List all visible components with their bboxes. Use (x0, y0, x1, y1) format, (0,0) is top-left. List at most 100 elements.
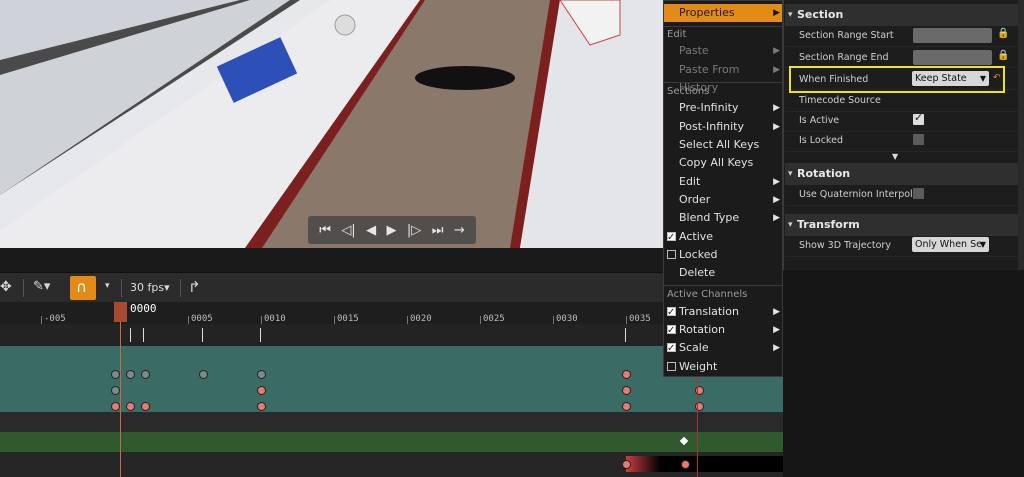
menu-label: Post-Infinity (679, 120, 744, 133)
fps-dropdown[interactable]: 30 fps▾ (130, 281, 170, 294)
keyframe[interactable] (141, 370, 150, 379)
track-row[interactable] (0, 412, 818, 432)
expand-advanced-icon[interactable]: ▼ (892, 152, 898, 161)
step-back-icon[interactable]: ◁| (341, 224, 355, 237)
key-marker (202, 328, 203, 342)
active-checkbox[interactable] (667, 229, 676, 247)
pencil-icon[interactable]: ✎▾ (33, 279, 50, 294)
keyframe[interactable] (199, 370, 208, 379)
menu-label: Translation (679, 305, 739, 318)
ruler-label: 0020 (410, 314, 432, 324)
menu-item-pre-infinity[interactable]: Pre-Infinity ▶ (664, 99, 782, 117)
transform-icon[interactable]: ✥ (0, 279, 12, 295)
snap-button[interactable]: ∩ (70, 276, 96, 300)
category-transform[interactable]: Transform (785, 214, 1024, 236)
lock-icon[interactable]: 🔒 (997, 28, 1009, 39)
keyframe[interactable] (622, 460, 631, 469)
keyframe-diamond[interactable] (679, 436, 689, 446)
keyframe[interactable] (111, 386, 120, 395)
track-row[interactable] (0, 432, 818, 452)
keyframe[interactable] (257, 370, 266, 379)
menu-label: Active (679, 230, 714, 243)
context-menu: Properties ▶ Edit Paste ▶ Paste From Histo… (663, 0, 783, 377)
ruler-tick (41, 316, 42, 324)
sequencer-toolbar: ✥ ✎▾ ∩ ▾ 30 fps▾ ↱ (0, 272, 663, 303)
toolbar-divider (23, 279, 24, 297)
ruler-label: -005 (44, 314, 66, 324)
toolbar-divider (180, 279, 181, 297)
keyframe[interactable] (257, 386, 266, 395)
track-row[interactable] (0, 452, 818, 477)
menu-item-active[interactable]: Active (664, 228, 782, 247)
menu-separator (664, 285, 782, 286)
menu-item-locked[interactable]: Locked (664, 246, 782, 264)
menu-item-copy-all-keys[interactable]: Copy All Keys (664, 154, 782, 172)
is-active-checkbox[interactable] (913, 111, 924, 125)
reset-to-default-icon[interactable]: ↶ (993, 73, 1001, 83)
prop-is-locked: Is Locked (785, 131, 1024, 152)
keyframe[interactable] (111, 402, 120, 411)
menu-item-post-infinity[interactable]: Post-Infinity ▶ (664, 118, 782, 136)
menu-label: Rotation (679, 323, 726, 336)
keyframe[interactable] (257, 402, 266, 411)
keyframe[interactable] (681, 460, 690, 469)
prop-use-quaternion: Use Quaternion Interpolati (785, 185, 1024, 206)
menu-item-order[interactable]: Order ▶ (664, 191, 782, 209)
key-marker (143, 328, 144, 342)
chevron-down-icon: ▼ (979, 240, 986, 249)
category-rotation[interactable]: Rotation (785, 163, 1024, 185)
dropdown-value: Only When Se (915, 239, 982, 250)
curve-editor-icon[interactable]: ↱ (188, 278, 201, 296)
keyframe[interactable] (622, 370, 631, 379)
category-label: Section (797, 8, 844, 21)
prop-label: Is Active (799, 115, 840, 126)
translation-checkbox[interactable] (667, 304, 676, 322)
viewport[interactable]: ⏮ ◁| ◀ ▶ |▷ ⏭ → (0, 0, 663, 270)
menu-label: Scale (679, 341, 709, 354)
skip-to-end-icon[interactable]: ⏭ (432, 224, 444, 237)
show-trajectory-dropdown[interactable]: Only When Se ▼ (912, 237, 989, 252)
lock-icon[interactable]: 🔒 (997, 50, 1009, 61)
playhead-handle[interactable] (114, 302, 127, 322)
details-scrollbar[interactable] (1018, 0, 1024, 270)
menu-header-edit: Edit (667, 29, 687, 40)
play-icon[interactable]: ▶ (387, 224, 397, 237)
submenu-arrow-icon: ▶ (773, 177, 780, 187)
menu-item-blend-type[interactable]: Blend Type ▶ (664, 209, 782, 227)
menu-item-edit[interactable]: Edit ▶ (664, 173, 782, 191)
locked-checkbox[interactable] (667, 250, 676, 259)
key-marker (260, 328, 261, 342)
menu-item-properties[interactable]: Properties ▶ (664, 4, 782, 22)
menu-item-scale[interactable]: Scale ▶ (664, 339, 782, 358)
menu-item-delete[interactable]: Delete (664, 264, 782, 282)
menu-item-rotation[interactable]: Rotation ▶ (664, 321, 782, 340)
scale-checkbox[interactable] (667, 340, 676, 358)
keyframe[interactable] (141, 402, 150, 411)
menu-item-weight[interactable]: Weight (664, 358, 782, 376)
range-start-field[interactable] (913, 28, 992, 43)
ruler-label: 0025 (483, 314, 505, 324)
use-quaternion-checkbox[interactable] (913, 188, 924, 199)
menu-label: Paste (679, 44, 709, 57)
range-end-field[interactable] (913, 50, 992, 65)
is-locked-checkbox[interactable] (913, 134, 924, 145)
menu-item-translation[interactable]: Translation ▶ (664, 303, 782, 322)
keyframe[interactable] (126, 370, 135, 379)
category-section[interactable]: Section (785, 4, 1024, 26)
prop-label: Section Range End (799, 52, 889, 63)
menu-header-active-channels: Active Channels (667, 289, 748, 300)
step-forward-icon[interactable]: |▷ (407, 224, 421, 237)
keyframe[interactable] (622, 402, 631, 411)
menu-item-paste[interactable]: Paste ▶ (664, 42, 782, 60)
keyframe[interactable] (111, 370, 120, 379)
menu-item-select-all-keys[interactable]: Select All Keys (664, 136, 782, 154)
keyframe[interactable] (622, 386, 631, 395)
rotation-checkbox[interactable] (667, 322, 676, 340)
snap-dropdown-icon[interactable]: ▾ (105, 281, 110, 291)
menu-item-paste-from-history[interactable]: Paste From History ▶ (664, 61, 782, 94)
play-reverse-icon[interactable]: ◀ (366, 224, 376, 237)
skip-to-start-icon[interactable]: ⏮ (319, 224, 331, 237)
weight-checkbox[interactable] (667, 362, 676, 371)
keyframe[interactable] (126, 402, 135, 411)
loop-icon[interactable]: → (454, 224, 465, 237)
